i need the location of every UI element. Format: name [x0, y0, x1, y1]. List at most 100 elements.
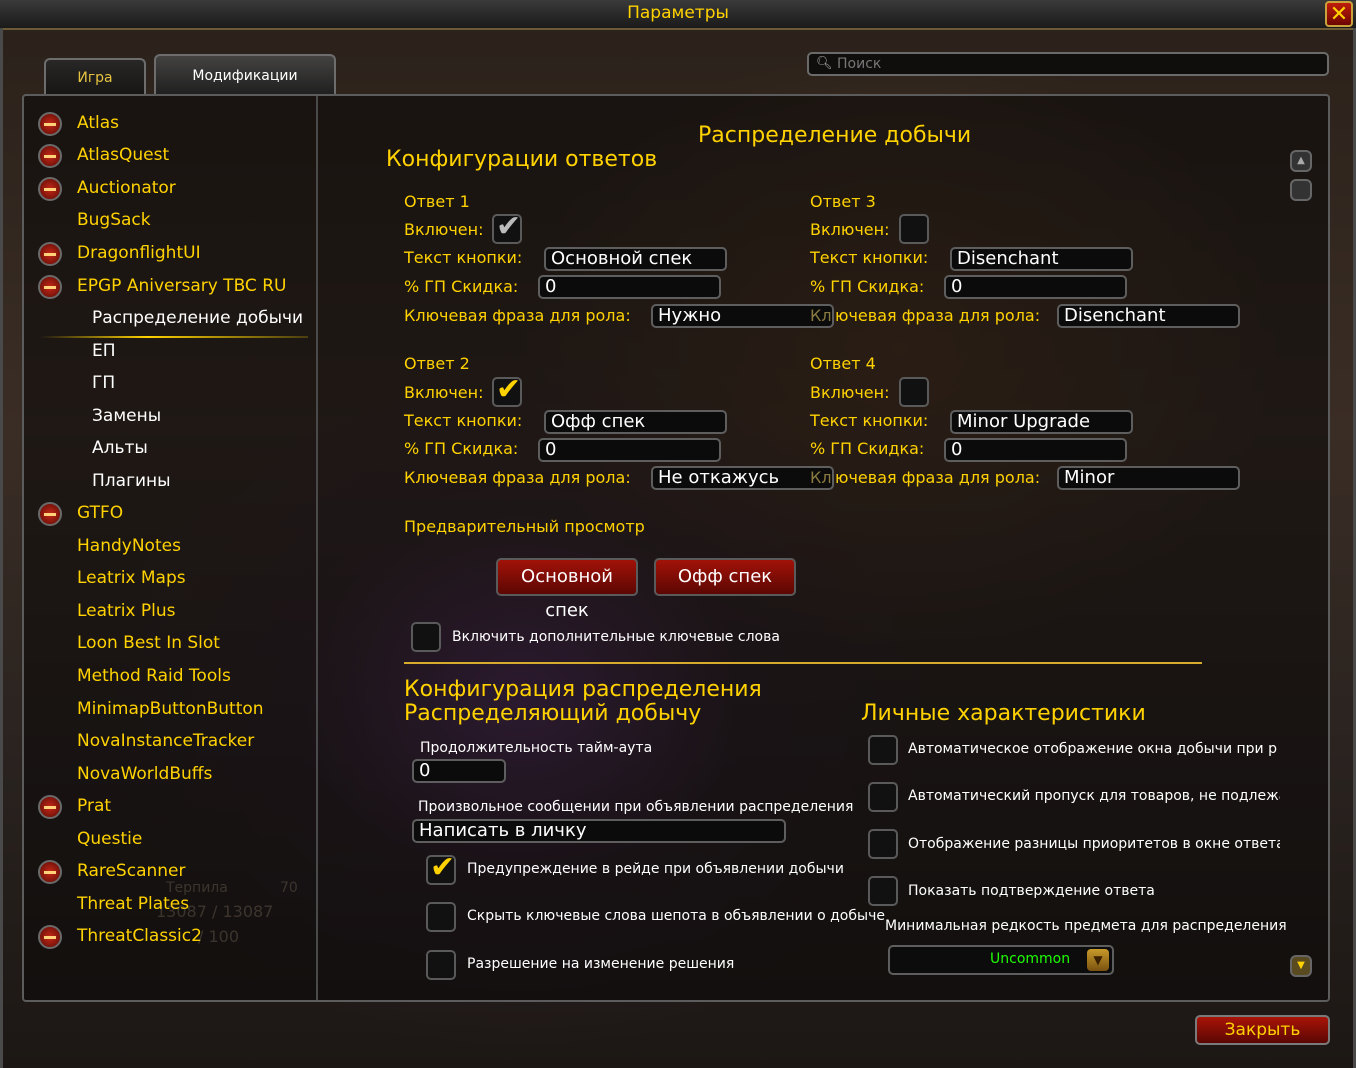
response-2-gp-label: % ГП Скидка:	[404, 439, 519, 458]
chevron-down-icon[interactable]: ▼	[1087, 949, 1109, 971]
response-1-keyphrase-label: Ключевая фраза для рола:	[404, 306, 631, 325]
timeout-input[interactable]: 0	[412, 759, 506, 783]
hide-whisper-keywords-checkbox[interactable]	[426, 902, 456, 932]
sidebar-subitem-gp[interactable]: ГП	[92, 369, 115, 397]
preview-label: Предварительный просмотр	[404, 517, 645, 536]
min-rarity-dropdown[interactable]: Uncommon ▼	[888, 945, 1114, 975]
auto-pass-label: Автоматический пропуск для товаров, не п…	[908, 788, 1280, 804]
response-3-enabled-checkbox[interactable]	[899, 214, 929, 244]
response-4-gp-input[interactable]: 0	[944, 438, 1127, 462]
response-1-enabled-label: Включен:	[404, 220, 484, 239]
scroll-down-icon[interactable]: ▼	[1290, 955, 1312, 977]
response-2-button-text-label: Текст кнопки:	[404, 411, 523, 430]
response-2-button-text-input[interactable]: Офф спек	[544, 410, 727, 434]
response-4-button-text-input[interactable]: Minor Upgrade	[950, 410, 1133, 434]
response-4-keyphrase-input[interactable]: Minor	[1057, 466, 1240, 490]
response-3-title: Ответ 3	[810, 192, 876, 211]
response-4-enabled-label: Включен:	[810, 383, 890, 402]
search-icon: 🔍︎	[816, 56, 833, 71]
response-4-enabled-checkbox[interactable]	[899, 377, 929, 407]
response-3-keyphrase-prefix: Кл	[810, 306, 832, 325]
preview-offspec-button[interactable]: Офф спек	[654, 558, 796, 596]
hide-whisper-keywords-label: Скрыть ключевые слова шепота в объявлени…	[467, 908, 885, 924]
window-title: Параметры	[627, 3, 729, 23]
background-unit-level: 70	[280, 880, 298, 896]
response-2-title: Ответ 2	[404, 354, 470, 373]
response-3-keyphrase-label: ючевая фраза для рола:	[835, 306, 1041, 325]
custom-message-input[interactable]: Написать в личку	[412, 819, 786, 843]
checkmark-icon: ✔	[496, 372, 522, 407]
preview-mainspec-button[interactable]: Основной спек	[496, 558, 638, 621]
tab-addons[interactable]: Модификации	[154, 54, 336, 96]
auto-show-loot-checkbox[interactable]	[868, 735, 898, 765]
raid-warning-checkbox[interactable]: ✔	[426, 850, 456, 885]
confirm-response-label: Показать подтверждение ответа	[908, 883, 1155, 899]
response-2-keyphrase-label: Ключевая фраза для рола:	[404, 468, 631, 487]
collapse-icon[interactable]	[38, 275, 62, 299]
response-4-button-text-label: Текст кнопки:	[810, 411, 929, 430]
search-input[interactable]: 🔍︎ Поиск	[807, 52, 1329, 76]
response-1-keyphrase-input[interactable]: Нужно	[651, 304, 834, 328]
response-3-keyphrase-input[interactable]: Disenchant	[1057, 304, 1240, 328]
auto-show-loot-label: Автоматическое отображение окна добычи п…	[908, 741, 1277, 757]
min-rarity-label: Минимальная редкость предмета для распре…	[885, 918, 1287, 934]
tab-game[interactable]: Игра	[44, 58, 146, 94]
sidebar-subitem-loot-distribution[interactable]: Распределение добычи	[92, 304, 303, 332]
distribution-heading-line1: Конфигурация распределения	[404, 677, 762, 702]
extra-keywords-label: Включить дополнительные ключевые слова	[452, 629, 780, 645]
collapse-icon[interactable]	[38, 177, 62, 201]
confirm-response-checkbox[interactable]	[868, 876, 898, 906]
raid-warning-label: Предупреждение в рейде при объявлении до…	[467, 861, 844, 877]
priority-diff-label: Отображение разницы приоритетов в окне о…	[908, 836, 1280, 852]
sidebar-subitem-alts[interactable]: Альты	[92, 434, 148, 462]
selected-underline	[40, 336, 308, 338]
personal-heading: Личные характеристики	[861, 701, 1146, 726]
sidebar-subitem-plugins[interactable]: Плагины	[92, 467, 171, 495]
sidebar-divider	[316, 96, 318, 1000]
sidebar-subitem-replacements[interactable]: Замены	[92, 402, 161, 430]
response-4-keyphrase-prefix: Кл	[810, 468, 832, 487]
allow-change-decision-checkbox[interactable]	[426, 950, 456, 980]
response-2-enabled-label: Включен:	[404, 383, 484, 402]
background-unit-mana: / 100	[198, 927, 240, 946]
priority-diff-checkbox[interactable]	[868, 829, 898, 859]
response-1-gp-label: % ГП Скидка:	[404, 277, 519, 296]
response-3-button-text-input[interactable]: Disenchant	[950, 247, 1133, 271]
extra-keywords-checkbox[interactable]	[411, 622, 441, 652]
response-1-enabled-checkbox[interactable]: ✔	[492, 209, 522, 244]
collapse-icon[interactable]	[38, 795, 62, 819]
scroll-up-icon[interactable]: ▲	[1290, 150, 1312, 172]
background-unit-name: Терпила	[166, 880, 228, 896]
response-2-enabled-checkbox[interactable]: ✔	[492, 372, 522, 407]
response-3-enabled-label: Включен:	[810, 220, 890, 239]
section-divider	[404, 662, 1202, 664]
auto-pass-checkbox[interactable]	[868, 782, 898, 812]
collapse-icon[interactable]	[38, 502, 62, 526]
collapse-icon[interactable]	[38, 144, 62, 168]
checkmark-icon: ✔	[430, 850, 456, 885]
response-2-keyphrase-input[interactable]: Не откажусь	[651, 466, 834, 490]
collapse-icon[interactable]	[38, 242, 62, 266]
response-4-title: Ответ 4	[810, 354, 876, 373]
response-1-button-text-input[interactable]: Основной спек	[544, 247, 727, 271]
min-rarity-value: Uncommon	[990, 951, 1071, 967]
timeout-label: Продолжительность тайм-аута	[420, 740, 653, 756]
close-window-icon[interactable]: ✕	[1325, 1, 1353, 27]
response-1-gp-input[interactable]: 0	[538, 275, 721, 299]
collapse-icon[interactable]	[38, 112, 62, 136]
title-bar: Параметры ✕	[0, 0, 1356, 30]
response-2-gp-input[interactable]: 0	[538, 438, 721, 462]
allow-change-decision-label: Разрешение на изменение решения	[467, 956, 735, 972]
sidebar-subitem-ep[interactable]: ЕП	[92, 337, 116, 365]
scrollbar-thumb[interactable]	[1290, 179, 1312, 201]
response-4-gp-label: % ГП Скидка:	[810, 439, 925, 458]
background-unit-hp: 13087 / 13087	[156, 902, 274, 921]
responses-heading: Конфигурации ответов	[386, 147, 658, 172]
response-4-keyphrase-label: ючевая фраза для рола:	[835, 468, 1041, 487]
response-3-gp-label: % ГП Скидка:	[810, 277, 925, 296]
response-3-gp-input[interactable]: 0	[944, 275, 1127, 299]
collapse-icon[interactable]	[38, 860, 62, 884]
personal-options: Автоматическое отображение окна добычи п…	[866, 735, 1280, 915]
collapse-icon[interactable]	[38, 925, 62, 949]
close-button[interactable]: Закрыть	[1195, 1015, 1330, 1045]
